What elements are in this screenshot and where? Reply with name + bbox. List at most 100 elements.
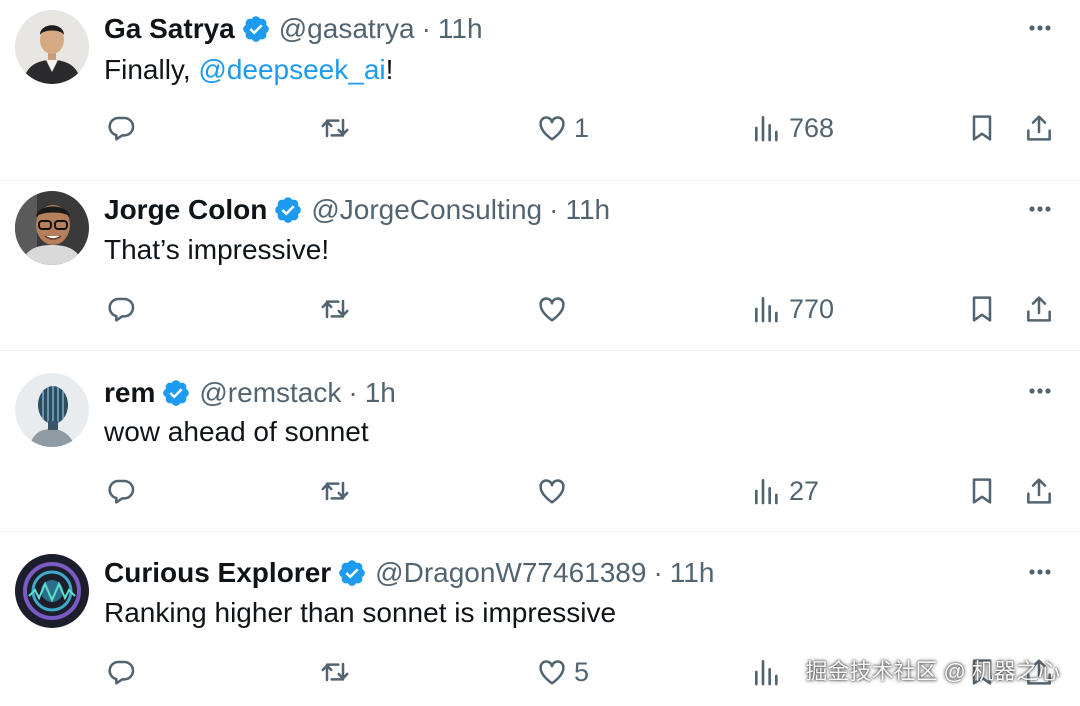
- bookmark-icon: [972, 115, 992, 141]
- verified-badge-icon: [163, 380, 190, 406]
- analytics-icon: [755, 660, 778, 686]
- timestamp[interactable]: 1h: [365, 377, 396, 409]
- tweet-text-content: That’s impressive!: [104, 234, 330, 265]
- view-count: 27: [789, 475, 820, 506]
- timestamp[interactable]: 11h: [438, 13, 483, 45]
- heart-icon: [539, 116, 565, 141]
- bookmark-icon: [972, 296, 992, 322]
- views-button[interactable]: 27: [751, 471, 819, 511]
- timestamp[interactable]: 11h: [565, 194, 610, 226]
- tweet-header: Curious Explorer @DragonW77461389 · 11h: [104, 553, 714, 593]
- like-count: 1: [574, 112, 590, 143]
- verified-badge-icon: [242, 16, 269, 42]
- person-photo-glasses-icon: [15, 191, 89, 265]
- action-bar: 27: [0, 471, 1080, 511]
- tweet-text-content: Finally,: [104, 54, 199, 85]
- user-handle[interactable]: @gasatrya: [279, 13, 415, 45]
- views-button[interactable]: [751, 652, 789, 692]
- user-handle[interactable]: @DragonW77461389: [375, 557, 646, 589]
- views-button[interactable]: 770: [751, 289, 834, 329]
- reply-icon: [108, 479, 135, 504]
- reply-button[interactable]: [105, 108, 143, 148]
- separator-dot: ·: [549, 194, 559, 225]
- tweet-text: wow ahead of sonnet: [104, 414, 369, 450]
- view-count: 770: [789, 293, 835, 324]
- tweet[interactable]: Ga Satrya @gasatrya · 11h Finally, @deep…: [0, 0, 1080, 181]
- share-button[interactable]: [1023, 108, 1055, 148]
- share-icon: [1027, 296, 1051, 322]
- verified-badge-icon: [275, 197, 302, 223]
- bookmark-icon: [972, 478, 992, 504]
- tweet-text: Ranking higher than sonnet is impressive: [104, 595, 616, 631]
- more-options-icon[interactable]: [1026, 195, 1054, 223]
- avatar[interactable]: [15, 373, 89, 447]
- view-count: 768: [789, 112, 835, 143]
- display-name[interactable]: Ga Satrya: [104, 13, 235, 45]
- retweet-button[interactable]: [319, 289, 357, 329]
- like-button[interactable]: [536, 289, 574, 329]
- display-name[interactable]: Curious Explorer: [104, 557, 331, 589]
- bookmark-button[interactable]: [966, 471, 998, 511]
- reply-feed: Ga Satrya @gasatrya · 11h Finally, @deep…: [0, 0, 1080, 706]
- heart-icon: [539, 660, 565, 685]
- share-button[interactable]: [1023, 471, 1055, 511]
- mention-link[interactable]: @deepseek_ai: [198, 54, 385, 85]
- action-bar: 770: [0, 289, 1080, 329]
- retweet-button[interactable]: [319, 471, 357, 511]
- tweet-header: Ga Satrya @gasatrya · 11h: [104, 9, 483, 49]
- share-icon: [1027, 115, 1051, 141]
- more-options-icon[interactable]: [1026, 558, 1054, 586]
- tweet-header: Jorge Colon @JorgeConsulting · 11h: [104, 190, 610, 230]
- retweet-button[interactable]: [319, 108, 357, 148]
- more-options-icon[interactable]: [1026, 377, 1054, 405]
- analytics-icon: [755, 297, 778, 323]
- tweet-text-content: wow ahead of sonnet: [104, 416, 369, 447]
- retweet-icon: [321, 299, 349, 319]
- tweet-text: Finally, @deepseek_ai!: [104, 52, 393, 88]
- heart-icon: [539, 297, 565, 322]
- like-count: 5: [574, 656, 590, 687]
- like-button[interactable]: 5: [536, 652, 589, 692]
- tweet-header: rem @remstack · 1h: [104, 373, 396, 413]
- retweet-icon: [321, 481, 349, 501]
- bookmark-button[interactable]: [966, 108, 998, 148]
- verified-badge-icon: [339, 560, 365, 586]
- timestamp[interactable]: 11h: [670, 557, 715, 589]
- user-handle[interactable]: @JorgeConsulting: [311, 194, 542, 226]
- user-handle[interactable]: @remstack: [199, 377, 341, 409]
- like-button[interactable]: 1: [536, 108, 589, 148]
- analytics-icon: [755, 479, 778, 505]
- retweet-icon: [321, 118, 349, 138]
- like-button[interactable]: [536, 471, 574, 511]
- heart-icon: [539, 479, 565, 504]
- tweet-text: That’s impressive!: [104, 232, 329, 268]
- share-icon: [1027, 478, 1051, 504]
- avatar[interactable]: [15, 10, 89, 84]
- retweet-button[interactable]: [319, 652, 357, 692]
- retweet-icon: [321, 662, 349, 682]
- robot-head-profile-icon: [15, 373, 89, 447]
- avatar[interactable]: [15, 191, 89, 265]
- more-options-icon[interactable]: [1026, 14, 1054, 42]
- reply-icon: [108, 116, 135, 141]
- separator-dot: ·: [421, 13, 431, 44]
- reply-button[interactable]: [105, 471, 143, 511]
- display-name[interactable]: rem: [104, 377, 155, 409]
- separator-dot: ·: [653, 557, 663, 588]
- tweet[interactable]: rem @remstack · 1h wow ahead of sonnet 2…: [0, 351, 1080, 532]
- avatar[interactable]: [15, 554, 89, 628]
- person-photo-suit-icon: [15, 10, 89, 84]
- display-name[interactable]: Jorge Colon: [104, 194, 267, 226]
- separator-dot: ·: [348, 377, 358, 408]
- tweet-text-tail: !: [385, 54, 394, 85]
- circular-emblem-icon: [15, 554, 89, 628]
- views-button[interactable]: 768: [751, 108, 834, 148]
- reply-button[interactable]: [105, 652, 143, 692]
- bookmark-button[interactable]: [966, 289, 998, 329]
- share-button[interactable]: [1023, 289, 1055, 329]
- tweet[interactable]: Jorge Colon @JorgeConsulting · 11h That’…: [0, 169, 1080, 351]
- action-bar: 1 768: [0, 108, 1080, 148]
- tweet-text-content: Ranking higher than sonnet is impressive: [104, 597, 617, 628]
- reply-button[interactable]: [105, 289, 143, 329]
- watermark: 掘金技术社区 @ 机器之心: [805, 659, 1060, 684]
